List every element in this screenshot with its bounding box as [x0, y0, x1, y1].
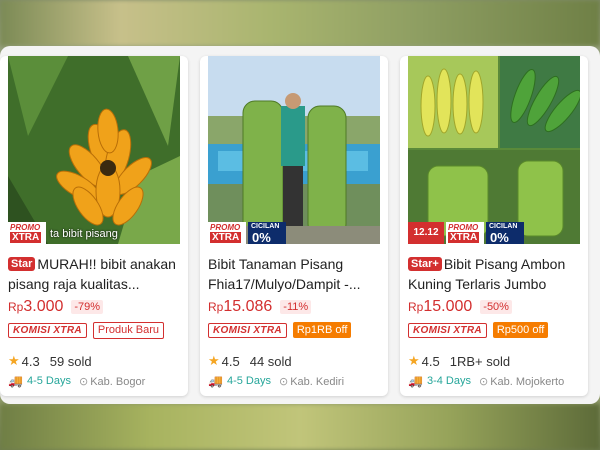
truck-icon: 🚚	[8, 374, 23, 388]
location-pin-icon: ⊙	[278, 375, 289, 388]
product-card[interactable]: PROMO XTRA ta bibit pisang Star MURAH!! b…	[0, 56, 188, 396]
star-icon: ★	[408, 353, 420, 368]
star-icon: ★	[8, 353, 20, 368]
promo-xtra-badge: PROMO XTRA	[446, 222, 484, 244]
product-title[interactable]: Star MURAH!! bibit anakan pisang raja kua…	[8, 254, 180, 294]
product-image[interactable]: PROMO XTRA CICILAN 0%	[208, 56, 380, 244]
komisi-xtra-tag: KOMISI XTRA	[8, 323, 87, 338]
komisi-xtra-tag: KOMISI XTRA	[208, 322, 287, 338]
sold-count: 1RB+ sold	[449, 353, 511, 369]
delivery-time: 3-4 Days	[426, 375, 471, 387]
image-caption: ta bibit pisang	[50, 228, 118, 240]
price-row: Rp3.000 -79%	[8, 298, 104, 316]
truck-icon: 🚚	[208, 374, 223, 388]
rating-row: ★ 4.3 59 sold	[8, 353, 92, 369]
sold-count: 44 sold	[249, 353, 292, 369]
price-row: Rp15.000 -50%	[408, 298, 512, 316]
product-price: Rp15.000	[408, 298, 473, 315]
shipping-row: 🚚 4-5 Days ⊙ Kab. Bogor	[8, 374, 145, 388]
cicilan-badge: CICILAN 0%	[248, 222, 286, 244]
sale-badge: 12.12	[408, 222, 444, 244]
rating-value: 4.5	[221, 353, 240, 369]
product-image[interactable]: 12.12 PROMO XTRA CICILAN 0%	[408, 56, 580, 244]
product-title[interactable]: Star+ Bibit Pisang Ambon Kuning Terlaris …	[408, 254, 580, 294]
background-blur-top	[0, 0, 600, 46]
location: ⊙ Kab. Bogor	[78, 375, 146, 388]
discount-badge: -11%	[280, 300, 312, 314]
voucher-tag: Rp1RB off	[292, 322, 352, 338]
tag-row: KOMISI XTRA Rp500 off	[408, 322, 549, 338]
produk-baru-tag: Produk Baru	[92, 322, 165, 339]
promo-xtra-badge: PROMO XTRA	[8, 222, 46, 244]
location: ⊙ Kab. Kediri	[278, 375, 345, 388]
sold-count: 59 sold	[49, 353, 92, 369]
background-blur-bottom	[0, 404, 600, 450]
shipping-row: 🚚 3-4 Days ⊙ Kab. Mojokerto	[408, 374, 564, 388]
delivery-time: 4-5 Days	[26, 375, 71, 387]
star-seller-badge: Star	[8, 257, 36, 271]
promo-xtra-badge: PROMO XTRA	[208, 222, 246, 244]
product-price: Rp15.086	[208, 298, 273, 315]
komisi-xtra-tag: KOMISI XTRA	[408, 322, 487, 338]
tag-row: KOMISI XTRA Rp1RB off	[208, 322, 352, 338]
rating-row: ★ 4.5 1RB+ sold	[408, 353, 510, 369]
location-pin-icon: ⊙	[78, 375, 89, 388]
rating-value: 4.3	[21, 353, 40, 369]
product-card[interactable]: 12.12 PROMO XTRA CICILAN 0% Star+ Bibit P…	[400, 56, 588, 396]
product-title[interactable]: Bibit Tanaman Pisang Fhia17/Mulyo/Dampit…	[208, 254, 380, 294]
location: ⊙ Kab. Mojokerto	[478, 375, 565, 388]
tag-row: KOMISI XTRA Produk Baru	[8, 322, 165, 339]
shipping-row: 🚚 4-5 Days ⊙ Kab. Kediri	[208, 374, 344, 388]
delivery-time: 4-5 Days	[226, 375, 271, 387]
truck-icon: 🚚	[408, 374, 423, 388]
star-plus-seller-badge: Star+	[408, 257, 442, 271]
discount-badge: -50%	[480, 300, 512, 314]
product-price: Rp3.000	[8, 298, 64, 315]
discount-badge: -79%	[71, 300, 104, 314]
star-icon: ★	[208, 353, 220, 368]
rating-row: ★ 4.5 44 sold	[208, 353, 292, 369]
cicilan-badge: CICILAN 0%	[486, 222, 524, 244]
price-row: Rp15.086 -11%	[208, 298, 312, 316]
location-pin-icon: ⊙	[478, 375, 489, 388]
product-card[interactable]: PROMO XTRA CICILAN 0% Bibit Tanaman Pisa…	[200, 56, 388, 396]
product-image[interactable]: PROMO XTRA ta bibit pisang	[8, 56, 180, 244]
voucher-tag: Rp500 off	[492, 322, 549, 338]
rating-value: 4.5	[421, 353, 440, 369]
